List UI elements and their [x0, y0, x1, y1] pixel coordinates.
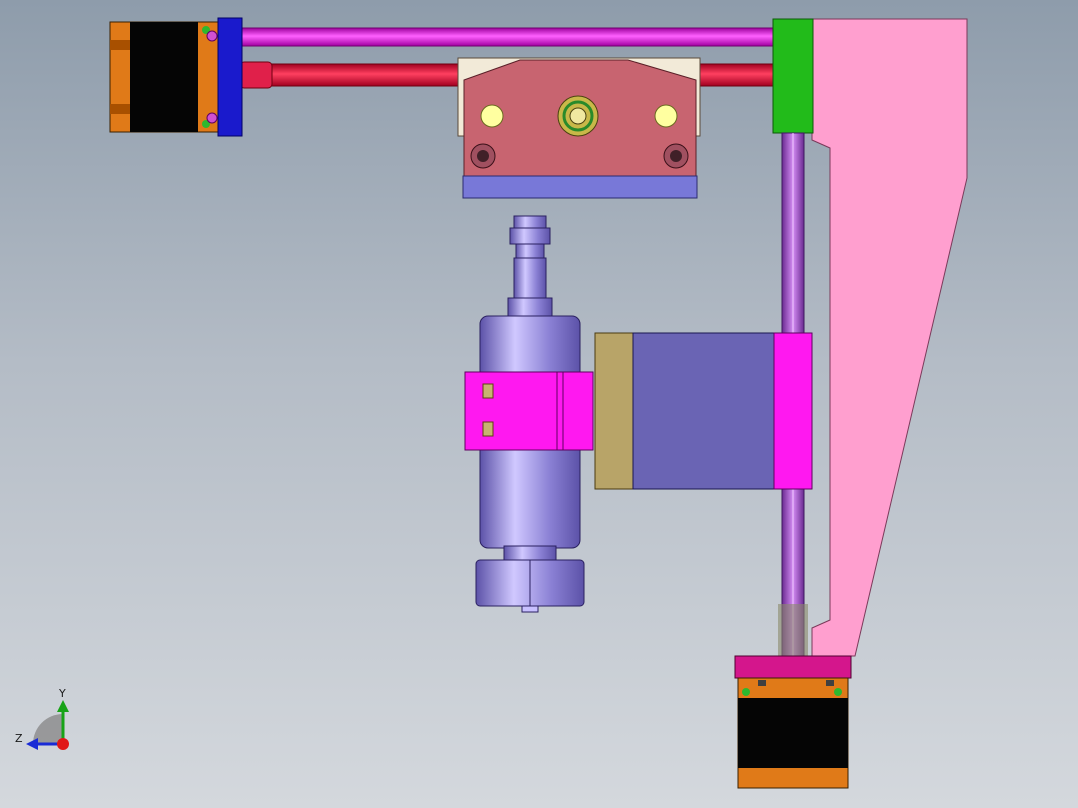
x-left-end-plate — [217, 17, 243, 137]
x-rod-upper — [239, 27, 781, 47]
side-frame-plate — [811, 18, 968, 657]
triad-label-y: Y — [59, 687, 66, 700]
x-axis-dot — [57, 738, 69, 750]
z-mount-spacer — [594, 332, 636, 490]
triad-label-z: Z — [15, 732, 23, 745]
z-axis-stepper-motor — [737, 677, 849, 789]
bearing-icon — [557, 95, 599, 137]
x-right-end-block — [772, 18, 814, 134]
screw-icon — [742, 688, 750, 696]
z-carriage-block — [773, 332, 813, 490]
orientation-triad[interactable] — [26, 700, 69, 750]
z-motor-mount — [734, 655, 852, 679]
carriage-base-plate — [462, 175, 698, 199]
x-axis-stepper-motor — [109, 21, 221, 133]
x-carriage — [457, 57, 701, 199]
cad-viewport[interactable] — [0, 0, 1078, 808]
z-carriage-plate — [632, 332, 776, 490]
spindle-clamp — [464, 371, 594, 451]
screw-icon — [834, 688, 842, 696]
